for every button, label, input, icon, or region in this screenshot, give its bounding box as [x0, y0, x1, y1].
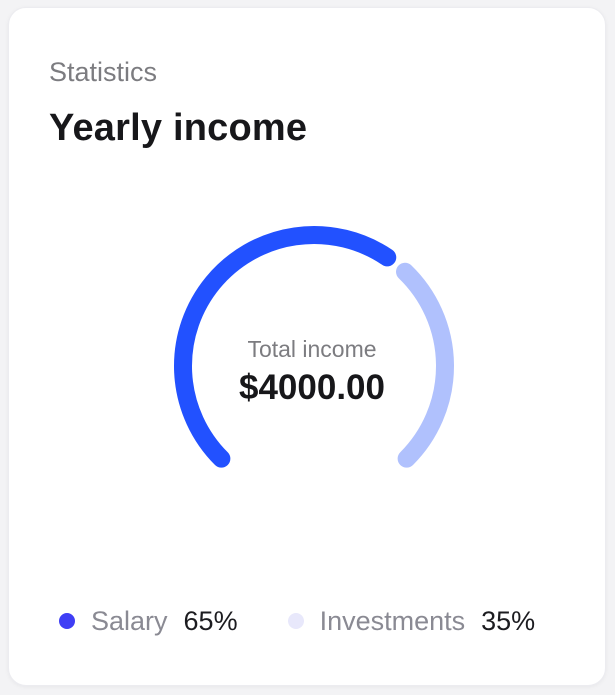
total-income-value: $4000.00: [239, 368, 385, 407]
legend-percent-investments: 35%: [481, 606, 536, 636]
donut-segment-investments: [396, 262, 454, 468]
income-card: Statistics Yearly income Total income $4…: [8, 7, 606, 686]
chart-legend: Salary 65% Investments 35%: [59, 601, 535, 641]
legend-item-salary: Salary 65%: [59, 604, 238, 638]
legend-percent-salary: 65%: [183, 606, 238, 636]
legend-label-investments: Investments: [319, 606, 466, 636]
investments-dot-icon: [287, 613, 304, 629]
legend-label-salary: Salary: [91, 606, 168, 636]
salary-dot-icon: [59, 613, 75, 629]
total-income-label: Total income: [247, 336, 377, 362]
legend-item-investments: Investments 35%: [287, 604, 536, 638]
